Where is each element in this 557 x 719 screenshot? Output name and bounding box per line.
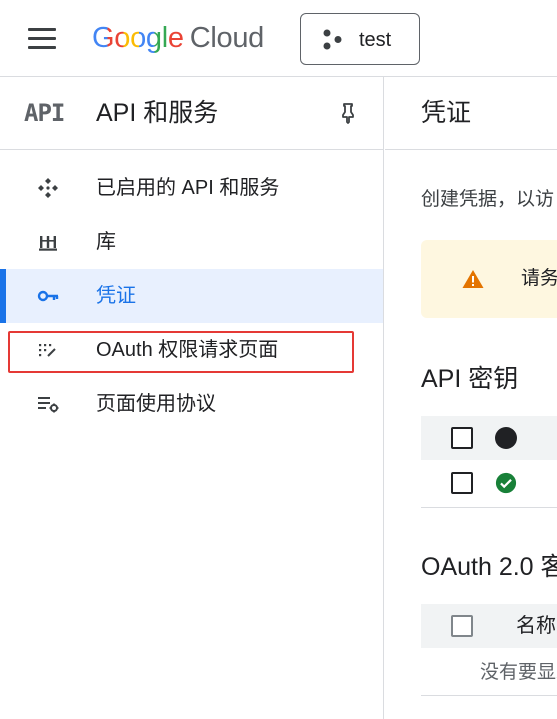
- sidebar-item-label: 库: [96, 231, 116, 253]
- pin-icon[interactable]: [336, 101, 360, 125]
- logo-google-text: Google: [92, 22, 184, 54]
- sidebar-nav: 已启用的 API 和服务 库 凭证 OAuth 权限请求页面 页面使用协议: [0, 161, 383, 431]
- sidebar-item-label: 页面使用协议: [96, 393, 216, 415]
- main-content: 凭证 创建凭据，以访 请务 API 密钥 OAuth 2.0 客 名称 没有要显…: [385, 77, 557, 719]
- page-title: 凭证: [421, 99, 472, 127]
- main-menu-icon[interactable]: [22, 24, 62, 54]
- column-header-name: 名称: [516, 615, 556, 637]
- page-agreement-icon: [38, 397, 59, 413]
- api-services-icon: [38, 178, 58, 198]
- warning-banner: 请务: [421, 240, 557, 318]
- sidebar-title: API 和服务: [96, 99, 219, 127]
- sidebar-item-credentials[interactable]: 凭证: [0, 269, 383, 323]
- sidebar-item-label: 已启用的 API 和服务: [96, 177, 280, 199]
- warning-text: 请务: [521, 268, 557, 289]
- sidebar-item-label: 凭证: [96, 285, 136, 307]
- top-bar: Google Cloud test: [0, 0, 557, 77]
- table-row: [421, 460, 557, 508]
- oauth-consent-icon: [39, 344, 56, 357]
- oauth-clients-title: OAuth 2.0 客: [421, 553, 557, 581]
- status-header-icon: [495, 427, 517, 449]
- oauth-table-header: 名称: [421, 604, 557, 648]
- main-header: 凭证: [385, 77, 557, 150]
- sidebar-item-library[interactable]: 库: [0, 215, 383, 269]
- warning-icon: [462, 270, 484, 288]
- key-icon: [37, 290, 59, 302]
- api-keys-table-header: [421, 416, 557, 460]
- sidebar-item-oauth-consent[interactable]: OAuth 权限请求页面: [0, 323, 383, 377]
- sidebar-item-label: OAuth 权限请求页面: [96, 339, 279, 361]
- sidebar-item-enabled-apis[interactable]: 已启用的 API 和服务: [0, 161, 383, 215]
- select-all-checkbox[interactable]: [451, 427, 473, 449]
- api-badge: API: [24, 99, 65, 127]
- logo-cloud-text: Cloud: [189, 22, 265, 54]
- sidebar-item-page-agreement[interactable]: 页面使用协议: [0, 377, 383, 431]
- empty-table-row: 没有要显示的: [421, 648, 557, 696]
- select-all-checkbox[interactable]: [451, 615, 473, 637]
- intro-text: 创建凭据，以访: [421, 189, 555, 210]
- google-cloud-logo[interactable]: Google Cloud: [92, 18, 264, 58]
- check-circle-icon: [495, 472, 517, 494]
- row-checkbox[interactable]: [451, 472, 473, 494]
- project-picker-button[interactable]: test: [300, 13, 420, 65]
- sidebar: API API 和服务 已启用的 API 和服务 库 凭证 OAuth 权限请求…: [0, 77, 384, 719]
- sidebar-header: API API 和服务: [0, 77, 383, 150]
- project-icon: [323, 29, 342, 50]
- project-name: test: [359, 29, 392, 51]
- library-icon: [39, 236, 57, 251]
- empty-state-text: 没有要显示的: [480, 662, 557, 683]
- api-keys-title: API 密钥: [421, 365, 519, 393]
